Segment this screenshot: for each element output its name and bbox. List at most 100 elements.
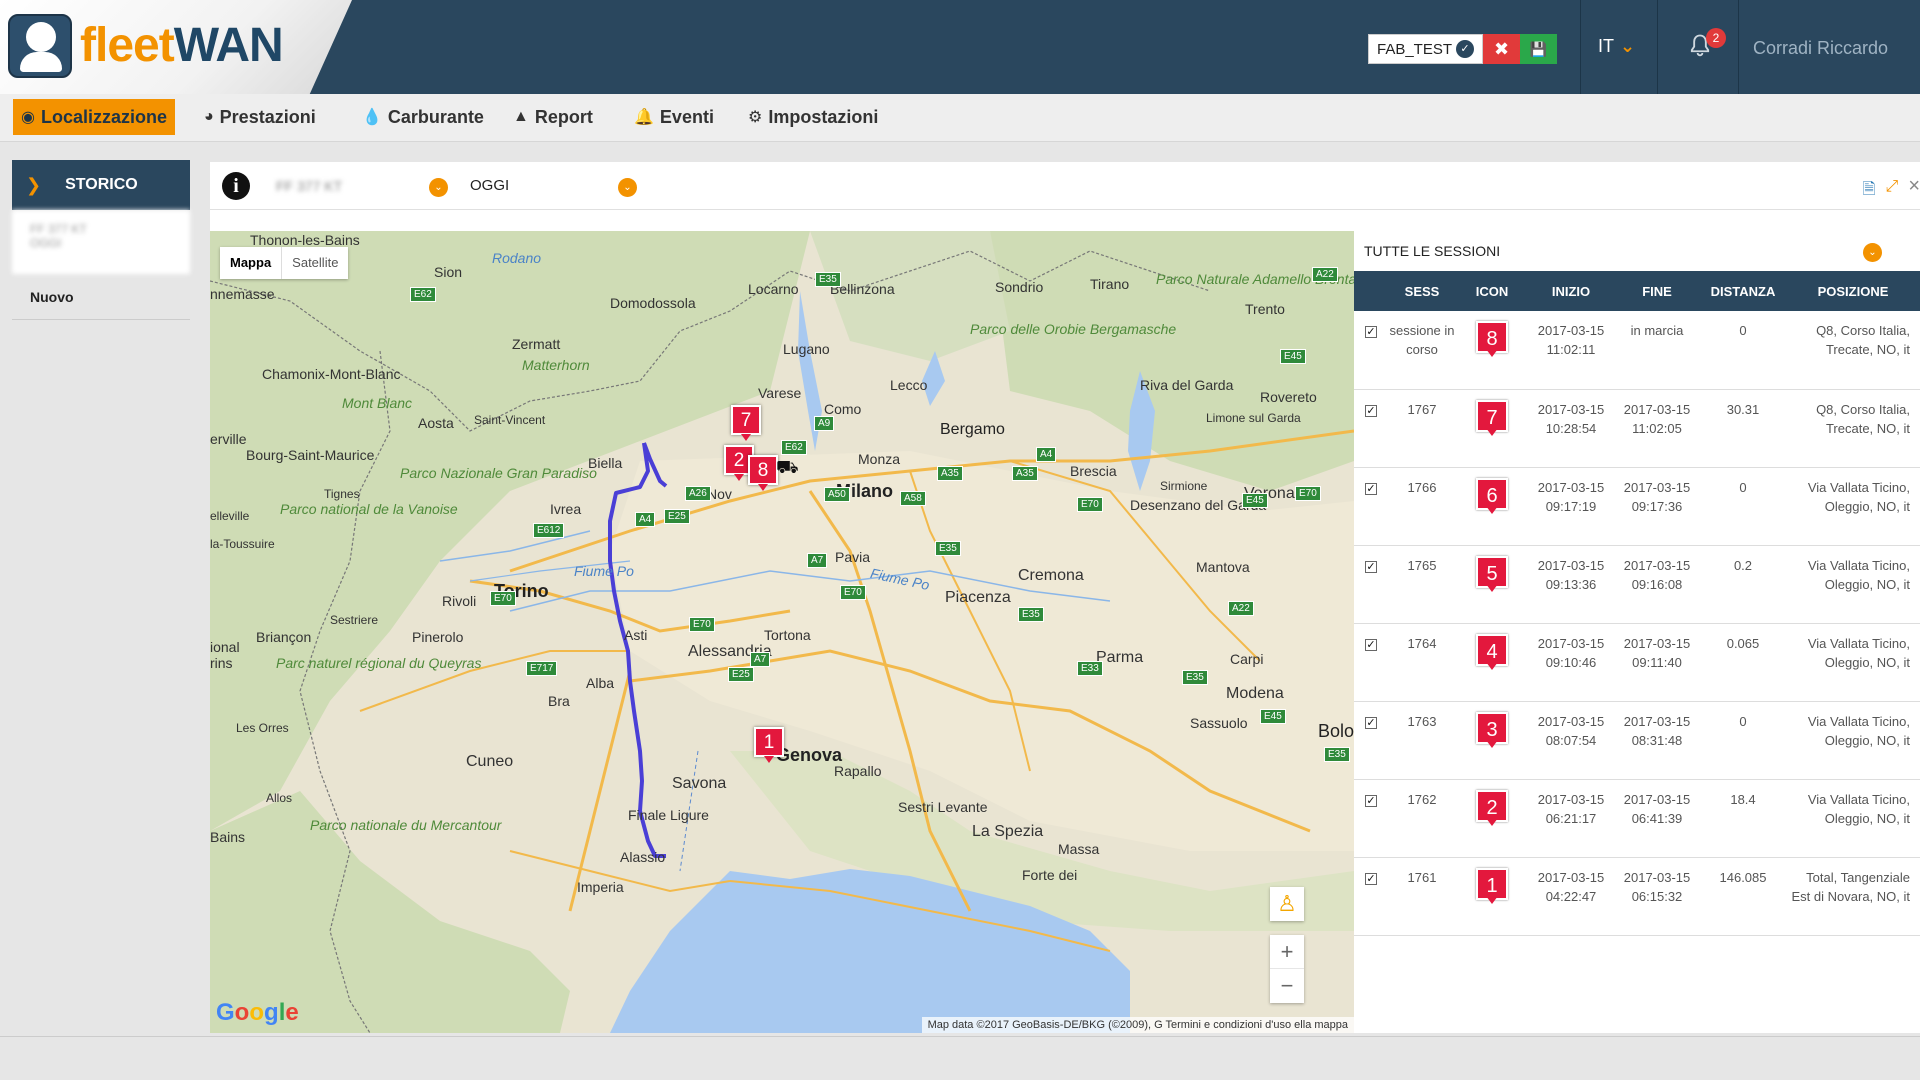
map-type-satellite[interactable]: Satellite <box>281 247 348 279</box>
drop-icon: 💧 <box>362 109 382 126</box>
chevron-down-icon: ⌄ <box>1620 36 1636 56</box>
expand-icon[interactable]: ⤢ <box>1886 178 1899 205</box>
session-marker-icon[interactable]: 7 <box>1476 399 1508 436</box>
map-view[interactable]: Thonon-les-Bains Sion Rodano nnemasse Do… <box>210 231 1354 1033</box>
session-marker-icon[interactable]: 3 <box>1476 711 1508 748</box>
cell-icon: 5 <box>1456 545 1528 623</box>
table-row[interactable]: ✓ 1761 1 2017-03-15 04:22:47 2017-03-15 06:1… <box>1354 857 1920 935</box>
map-label: Ivrea <box>550 501 582 517</box>
row-checkbox[interactable]: ✓ <box>1365 482 1377 495</box>
nav-localizzazione[interactable]: ◉ Localizzazione <box>13 99 175 135</box>
row-checkbox-cell: ✓ <box>1354 545 1388 623</box>
save-button[interactable]: 💾 <box>1520 34 1557 64</box>
map-type-control: Mappa Satellite <box>220 247 349 279</box>
cell-fine: 2017-03-15 06:41:39 <box>1623 791 1691 826</box>
row-checkbox-cell: ✓ <box>1354 701 1388 779</box>
cell-posizione: Via Vallata Ticino, Oleggio, NO, it <box>1807 479 1910 514</box>
pdf-export-icon[interactable]: 🗎 <box>1863 178 1876 205</box>
clear-button[interactable]: ✖ <box>1483 34 1520 64</box>
map-label: Varese <box>758 385 802 401</box>
map-label: Bergamo <box>940 421 1005 438</box>
session-marker-icon[interactable]: 6 <box>1476 477 1508 514</box>
table-row[interactable]: ✓ sessione in corso 8 2017-03-15 11:02:11 in… <box>1354 311 1920 389</box>
map-label: elleville <box>210 509 250 523</box>
map-label: Mantova <box>1196 559 1250 575</box>
table-row[interactable]: ✓ 1764 4 2017-03-15 09:10:46 2017-03-15 09:1… <box>1354 623 1920 701</box>
col-distanza[interactable]: DISTANZA <box>1700 271 1786 311</box>
map-label: Piacenza <box>945 589 1011 606</box>
table-row[interactable]: ✓ 1763 3 2017-03-15 08:07:54 2017-03-15 08:3… <box>1354 701 1920 779</box>
map-label: Savona <box>672 775 727 792</box>
row-checkbox[interactable]: ✓ <box>1365 560 1377 573</box>
table-row[interactable]: ✓ 1767 7 2017-03-15 10:28:54 2017-03-15 11:0… <box>1354 389 1920 467</box>
sessions-dropdown-chevron-icon[interactable]: ⌄ <box>1863 243 1882 262</box>
col-fine[interactable]: FINE <box>1614 271 1700 311</box>
row-checkbox[interactable]: ✓ <box>1365 794 1377 807</box>
road-shield: A22 <box>1312 267 1338 282</box>
road-shield: A9 <box>814 416 835 431</box>
user-menu[interactable]: Corradi Riccardo <box>1753 38 1888 59</box>
row-checkbox[interactable]: ✓ <box>1365 404 1377 417</box>
sidebar-header-storico[interactable]: ❯ STORICO <box>12 160 190 210</box>
map-label: Parco Nazionale Gran Paradiso <box>400 465 597 481</box>
map-label: Sestri Levante <box>898 799 988 815</box>
map-label: Parc naturel régional du Queyras <box>276 655 481 671</box>
period-dropdown-chevron-icon[interactable]: ⌄ <box>618 178 637 197</box>
info-icon[interactable]: i <box>222 172 250 200</box>
map-label: Briançon <box>256 629 312 645</box>
col-posizione[interactable]: POSIZIONE <box>1786 271 1920 311</box>
road-shield: E45 <box>1242 493 1268 508</box>
sidebar-history-entry[interactable]: FF 377 KT OGGI <box>12 210 190 274</box>
page-body: ❯ STORICO FF 377 KT OGGI Nuovo i FF 377 KT… <box>0 142 1920 1037</box>
cell-inizio: 2017-03-15 09:13:36 <box>1537 557 1605 592</box>
session-marker-icon[interactable]: 4 <box>1476 633 1508 670</box>
map-type-mappa[interactable]: Mappa <box>220 247 281 279</box>
col-sess[interactable]: SESS <box>1388 271 1456 311</box>
nav-report[interactable]: ▲ Report <box>505 99 601 135</box>
fleet-select[interactable]: FAB_TEST ✓ <box>1368 34 1483 64</box>
row-checkbox[interactable]: ✓ <box>1365 326 1377 338</box>
map-marker-1[interactable]: 1 <box>754 727 784 763</box>
map-attribution[interactable]: Map data ©2017 GeoBasis-DE/BKG (©2009), … <box>921 1017 1354 1033</box>
session-marker-icon[interactable]: 2 <box>1476 789 1508 826</box>
street-view-pegman-icon[interactable]: ♙ <box>1270 887 1304 921</box>
zoom-out-button[interactable]: − <box>1270 969 1304 1003</box>
map-label: Brescia <box>1070 463 1117 479</box>
vehicle-dropdown-chevron-icon[interactable]: ⌄ <box>429 178 448 197</box>
map-label: Forte dei <box>1022 867 1078 883</box>
nav-carburante[interactable]: 💧 Carburante <box>354 99 492 135</box>
road-shield: A4 <box>635 512 656 527</box>
col-inizio[interactable]: INIZIO <box>1528 271 1614 311</box>
table-row[interactable]: ✓ 1765 5 2017-03-15 09:13:36 2017-03-15 09:1… <box>1354 545 1920 623</box>
road-shield: E70 <box>490 591 516 606</box>
fleet-selector-group: FAB_TEST ✓ ✖ 💾 <box>1368 34 1557 64</box>
map-marker-7[interactable]: 7 <box>731 405 761 441</box>
cell-fine: in marcia <box>1630 323 1684 338</box>
session-marker-icon[interactable]: 5 <box>1476 555 1508 592</box>
row-checkbox[interactable]: ✓ <box>1365 638 1377 651</box>
sidebar-item-nuovo[interactable]: Nuovo <box>12 274 190 320</box>
bell-icon: 🔔 <box>634 109 654 126</box>
map-marker-8[interactable]: 8 <box>748 455 778 491</box>
session-marker-icon[interactable]: 8 <box>1476 321 1508 357</box>
row-checkbox[interactable]: ✓ <box>1365 872 1377 885</box>
road-shield: E70 <box>1077 497 1103 512</box>
notifications-button[interactable]: 2 <box>1686 28 1726 62</box>
map-label: Genova <box>776 745 843 765</box>
nav-eventi[interactable]: 🔔 Eventi <box>626 99 722 135</box>
nav-prestazioni[interactable]: ◕ Prestazioni <box>196 99 324 135</box>
cell-sess: 1762 <box>1407 791 1437 807</box>
table-row[interactable]: ✓ 1762 2 2017-03-15 06:21:17 2017-03-15 06:4… <box>1354 779 1920 857</box>
nav-impostazioni[interactable]: ⚙ Impostazioni <box>740 99 886 135</box>
google-logo: Google <box>216 999 299 1026</box>
cell-fine: 2017-03-15 11:02:05 <box>1623 401 1691 436</box>
road-shield: A26 <box>685 486 711 501</box>
session-marker-icon[interactable]: 1 <box>1476 867 1508 904</box>
language-select[interactable]: IT ⌄ <box>1598 36 1635 57</box>
close-icon[interactable]: × <box>1908 176 1920 205</box>
zoom-in-button[interactable]: + <box>1270 935 1304 969</box>
row-checkbox[interactable]: ✓ <box>1365 716 1377 729</box>
table-row[interactable]: ✓ 1766 6 2017-03-15 09:17:19 2017-03-15 09:1… <box>1354 467 1920 545</box>
col-icon[interactable]: ICON <box>1456 271 1528 311</box>
logo[interactable]: fleetWAN <box>0 0 352 94</box>
